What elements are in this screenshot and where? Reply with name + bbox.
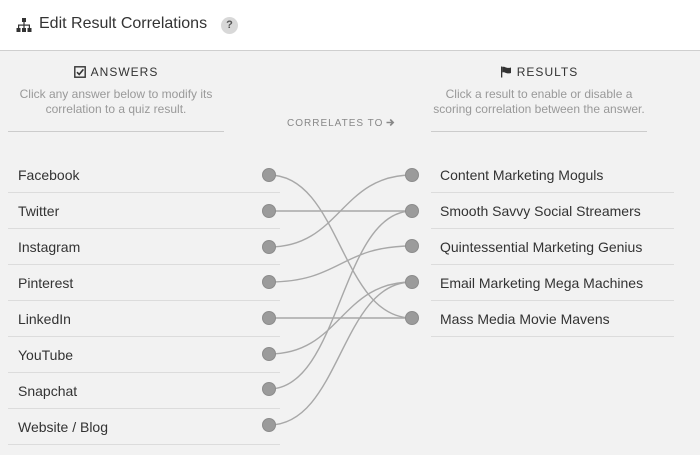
answer-connector-dot[interactable] [262,418,276,432]
correlation-line [268,281,413,426]
result-connector-dot[interactable] [405,168,419,182]
answer-connector-dot[interactable] [262,275,276,289]
answer-connector-dot[interactable] [262,311,276,325]
correlation-line [268,174,413,319]
answer-connector-dot[interactable] [262,347,276,361]
answer-connector-dot[interactable] [262,240,276,254]
answer-connector-dot[interactable] [262,382,276,396]
answer-connector-dot[interactable] [262,204,276,218]
result-connector-dot[interactable] [405,275,419,289]
answer-connector-dot[interactable] [262,168,276,182]
result-connector-dot[interactable] [405,204,419,218]
result-connector-dot[interactable] [405,311,419,325]
correlation-line [268,245,413,283]
correlation-links [268,174,413,426]
correlation-line [268,210,413,390]
result-connector-dot[interactable] [405,239,419,253]
